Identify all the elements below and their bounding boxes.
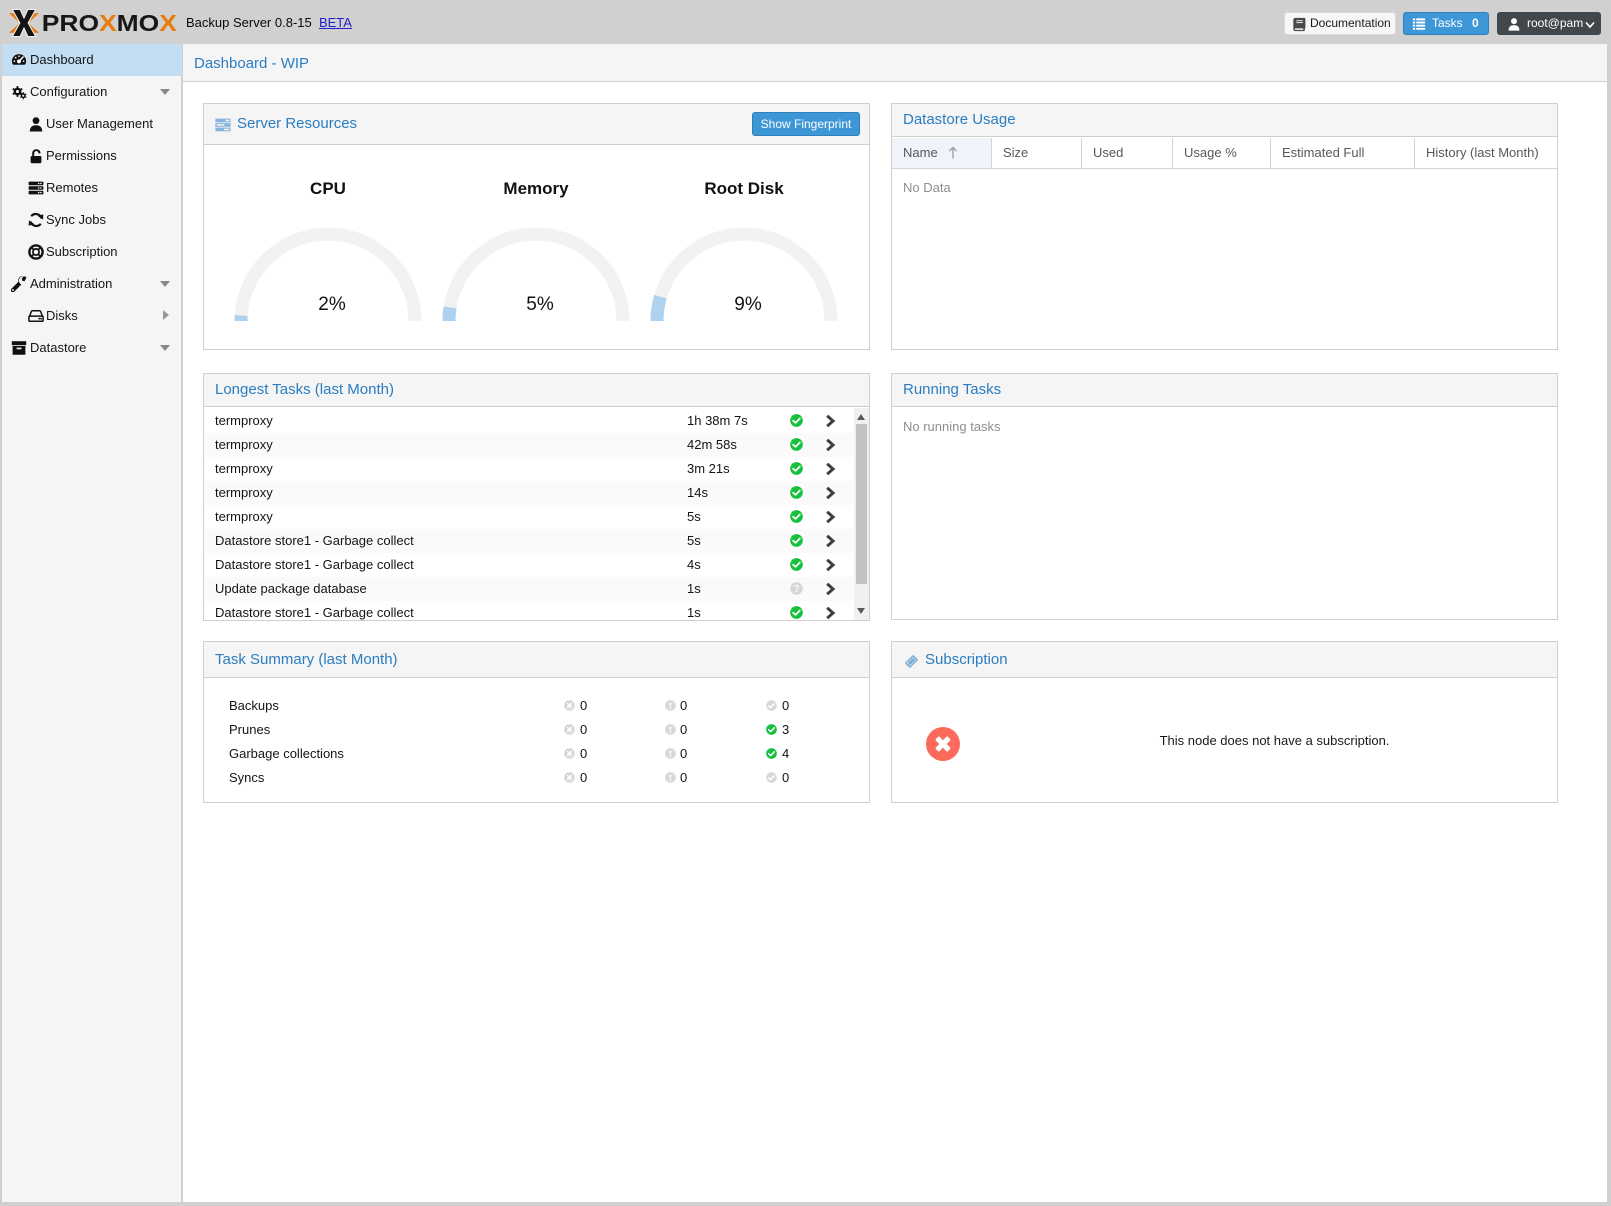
svg-text:PROXMOX: PROXMOX xyxy=(42,12,178,37)
